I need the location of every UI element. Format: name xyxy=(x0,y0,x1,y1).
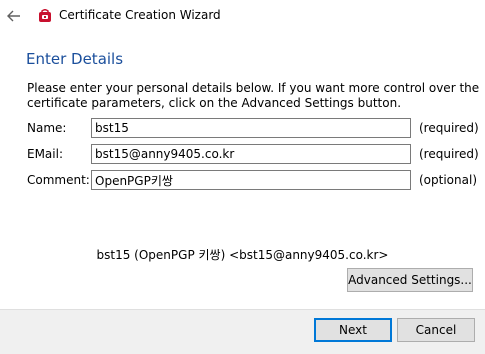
intro-line-2: certificate parameters, click on the Adv… xyxy=(27,96,402,110)
name-label: Name: xyxy=(27,121,67,135)
next-button[interactable]: Next xyxy=(314,318,392,342)
intro-line-1: Please enter your personal details below… xyxy=(27,81,480,95)
intro-text: Please enter your personal details below… xyxy=(27,81,480,111)
title-bar: Certificate Creation Wizard xyxy=(0,0,485,32)
email-label: EMail: xyxy=(27,147,63,161)
window-title: Certificate Creation Wizard xyxy=(59,8,221,22)
comment-optional-note: (optional) xyxy=(419,173,477,187)
email-input[interactable] xyxy=(91,144,411,164)
comment-input[interactable] xyxy=(91,170,411,190)
name-required-note: (required) xyxy=(419,121,479,135)
user-id-summary: bst15 (OpenPGP 키쌍) <bst15@anny9405.co.kr… xyxy=(96,248,389,262)
page-heading: Enter Details xyxy=(26,50,124,68)
comment-label: Comment: xyxy=(27,173,90,187)
back-button[interactable] xyxy=(3,6,25,26)
email-required-note: (required) xyxy=(419,147,479,161)
back-arrow-icon xyxy=(7,10,20,22)
name-input[interactable] xyxy=(91,118,411,138)
wizard-window: Certificate Creation Wizard Enter Detail… xyxy=(0,0,485,354)
advanced-settings-button[interactable]: Advanced Settings... xyxy=(347,268,473,292)
certificate-app-icon xyxy=(39,9,51,22)
cancel-button[interactable]: Cancel xyxy=(397,318,475,342)
